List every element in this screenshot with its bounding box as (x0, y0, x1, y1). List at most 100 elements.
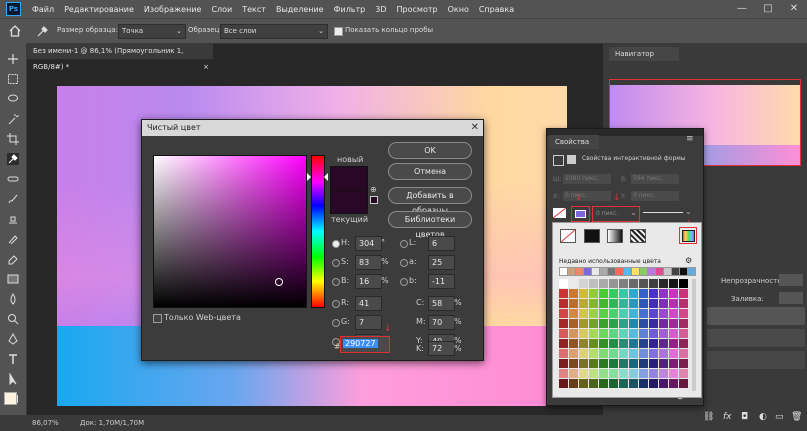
saturation-brightness-field[interactable] (153, 155, 307, 308)
swatch[interactable] (569, 329, 578, 338)
sample-size-select[interactable]: Точка ⌄ (118, 24, 186, 39)
hue-slider-left-arrow[interactable] (307, 173, 311, 181)
gradient-swatch-icon[interactable] (607, 229, 623, 243)
swatch[interactable] (629, 359, 638, 368)
swatch[interactable] (559, 359, 568, 368)
swatch[interactable] (659, 299, 668, 308)
swatch[interactable] (589, 369, 598, 378)
swatch[interactable] (589, 309, 598, 318)
swatch[interactable] (559, 319, 568, 328)
swatch[interactable] (619, 309, 628, 318)
swatch[interactable] (679, 289, 688, 298)
foreground-color-swatch[interactable] (4, 392, 17, 405)
gear-icon[interactable]: ⚙ (685, 256, 692, 265)
swatch[interactable] (649, 369, 658, 378)
swatch[interactable] (619, 319, 628, 328)
swatch[interactable] (569, 289, 578, 298)
swatch[interactable] (559, 329, 568, 338)
swatch[interactable] (559, 309, 568, 318)
swatch[interactable] (599, 359, 608, 368)
y-field[interactable]: 0 пикс. (631, 191, 679, 201)
swatch[interactable] (609, 379, 618, 388)
swatch[interactable] (669, 329, 678, 338)
swatch[interactable] (629, 329, 638, 338)
cancel-button[interactable]: Отмена (388, 163, 472, 180)
type-tool-icon[interactable] (7, 353, 19, 365)
color-sample-cursor[interactable] (275, 278, 283, 286)
saturation-input[interactable]: 83 (355, 255, 382, 270)
swatch[interactable] (629, 349, 638, 358)
layer-row[interactable] (707, 351, 805, 369)
swatch[interactable] (589, 349, 598, 358)
path-selection-tool-icon[interactable] (7, 372, 19, 386)
chevron-down-icon[interactable]: ⌄ (685, 207, 692, 216)
ok-button[interactable]: OK (388, 142, 472, 159)
layer-row[interactable] (707, 307, 805, 325)
brush-tool-icon[interactable] (7, 193, 19, 205)
swatch[interactable] (599, 309, 608, 318)
swatch[interactable] (559, 339, 568, 348)
radio-hue[interactable] (332, 240, 340, 248)
swatch[interactable] (609, 349, 618, 358)
swatch[interactable] (639, 279, 648, 288)
new-group-icon[interactable]: ▭ (775, 412, 784, 422)
swatch[interactable] (659, 369, 668, 378)
swatch[interactable] (599, 319, 608, 328)
swatch[interactable] (649, 339, 658, 348)
blur-tool-icon[interactable] (7, 293, 19, 305)
swatch[interactable] (569, 279, 578, 288)
swatch[interactable] (599, 299, 608, 308)
swatch[interactable] (609, 279, 618, 288)
delete-layer-icon[interactable]: 🗑 (791, 412, 802, 422)
swatch[interactable] (569, 319, 578, 328)
swatch[interactable] (609, 309, 618, 318)
gamut-warning-icon[interactable]: ⊕ (370, 185, 377, 194)
web-safe-color-swatch[interactable] (370, 196, 378, 204)
swatch[interactable] (639, 319, 648, 328)
swatch[interactable] (679, 359, 688, 368)
document-tab[interactable]: Без имени-1 @ 86,1% (Прямоугольник 1, RG… (27, 43, 213, 71)
adjustment-layer-icon[interactable]: ◐ (759, 412, 767, 422)
close-icon[interactable]: ✕ (471, 120, 479, 136)
swatch[interactable] (629, 309, 638, 318)
swatch[interactable] (659, 279, 668, 288)
swatch[interactable] (629, 319, 638, 328)
swatch[interactable] (609, 319, 618, 328)
swatch[interactable] (589, 339, 598, 348)
tab-navigator[interactable]: Навигатор (609, 47, 679, 61)
swatch[interactable] (649, 349, 658, 358)
swatch[interactable] (629, 299, 638, 308)
swatch[interactable] (649, 279, 658, 288)
swatch[interactable] (659, 289, 668, 298)
swatch[interactable] (669, 379, 678, 388)
swatch[interactable] (559, 349, 568, 358)
swatch[interactable] (569, 379, 578, 388)
swatch[interactable] (669, 359, 678, 368)
swatch[interactable] (569, 339, 578, 348)
swatch[interactable] (639, 329, 648, 338)
swatch[interactable] (569, 299, 578, 308)
swatch[interactable] (589, 289, 598, 298)
swatch[interactable] (679, 279, 688, 288)
swatch[interactable] (579, 289, 588, 298)
swatch[interactable] (659, 319, 668, 328)
add-to-swatches-button[interactable]: Добавить в образцы (388, 187, 472, 215)
swatch[interactable] (609, 359, 618, 368)
swatch[interactable] (609, 369, 618, 378)
green-input[interactable]: 7 (355, 315, 382, 330)
b-input[interactable]: -11 (428, 274, 455, 289)
solid-color-swatch-icon[interactable] (584, 229, 600, 243)
stroke-size-field[interactable]: 0 пикс. ⌄ (592, 206, 640, 222)
swatch[interactable] (659, 359, 668, 368)
swatch[interactable] (579, 359, 588, 368)
swatch[interactable] (609, 339, 618, 348)
swatch[interactable] (639, 369, 648, 378)
swatch[interactable] (679, 329, 688, 338)
swatch[interactable] (679, 309, 688, 318)
swatch[interactable] (619, 329, 628, 338)
swatch[interactable] (619, 299, 628, 308)
fill-swatch-none[interactable] (552, 207, 567, 219)
move-tool-icon[interactable] (7, 53, 19, 65)
swatch[interactable] (669, 319, 678, 328)
stroke-swatch-button[interactable] (571, 206, 590, 222)
